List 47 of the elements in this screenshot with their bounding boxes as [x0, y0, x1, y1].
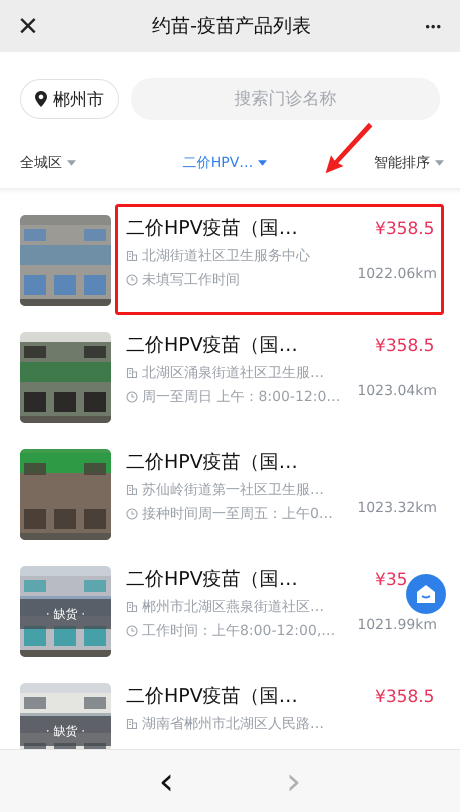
distance: 1023.04km: [357, 383, 437, 399]
price: ¥358.5: [375, 687, 436, 707]
vaccine-title: 二价HPV疫苗（国…: [126, 684, 298, 709]
out-of-stock-label: · 缺货 ·: [20, 599, 111, 629]
dropdown-triangle-icon: [67, 160, 76, 166]
building-icon: [126, 718, 138, 730]
dropdown-triangle-icon: [258, 160, 268, 166]
clock-icon: [126, 508, 138, 520]
vaccine-title: 二价HPV疫苗（国…: [126, 333, 298, 358]
building-icon: [126, 367, 138, 379]
filter-tab[interactable]: 智能排序: [374, 150, 444, 176]
vaccine-title: 二价HPV疫苗（国…: [126, 450, 298, 475]
distance: 1021.99km: [357, 617, 437, 633]
price: ¥35: [375, 570, 408, 590]
clinic-address: 苏仙岭街道第一社区卫生服…: [142, 481, 324, 499]
working-hours: 接种时间周一至周五：上午0…: [142, 505, 333, 523]
working-hours: 周一至周日 上午：8:00-12:0…: [142, 388, 340, 406]
city-button[interactable]: 郴州市: [20, 79, 119, 119]
clock-icon: [126, 391, 138, 403]
page-title: 约苗-疫苗产品列表: [152, 14, 312, 39]
building-icon: [126, 484, 138, 496]
building-icon: [126, 601, 138, 613]
back-button[interactable]: ‹: [152, 761, 180, 801]
clinic-address: 北湖街道社区卫生服务中心: [142, 247, 310, 265]
clinic-address: 北湖区涌泉街道社区卫生服…: [142, 364, 324, 382]
clinic-address: 湖南省郴州市北湖区人民路…: [142, 715, 324, 733]
distance: 1023.32km: [357, 500, 437, 516]
working-hours: 未填写工作时间: [142, 271, 240, 289]
vaccine-title: 二价HPV疫苗（国…: [126, 567, 298, 592]
vaccine-title: 二价HPV疫苗（国…: [126, 216, 298, 241]
clock-icon: [126, 274, 138, 286]
filter-tab[interactable]: 全城区: [20, 150, 76, 176]
clock-icon: [126, 625, 138, 637]
building-icon: [126, 250, 138, 262]
filter-tab[interactable]: 二价HPV…: [182, 150, 268, 176]
home-button[interactable]: [406, 574, 446, 614]
price: ¥358.5: [375, 219, 436, 239]
dropdown-triangle-icon: [434, 160, 444, 166]
working-hours: 工作时间：上午8:00-12:00,…: [142, 622, 336, 640]
clinic-address: 郴州市北湖区燕泉街道社区…: [142, 598, 324, 616]
close-button[interactable]: ×: [12, 9, 44, 43]
location-pin-icon: [35, 91, 47, 107]
more-button[interactable]: •••: [419, 20, 448, 32]
distance: 1022.06km: [357, 266, 437, 282]
search-field[interactable]: 搜索门诊名称: [131, 78, 440, 120]
price: ¥358.5: [375, 336, 436, 356]
out-of-stock-label: · 缺货 ·: [20, 716, 111, 746]
